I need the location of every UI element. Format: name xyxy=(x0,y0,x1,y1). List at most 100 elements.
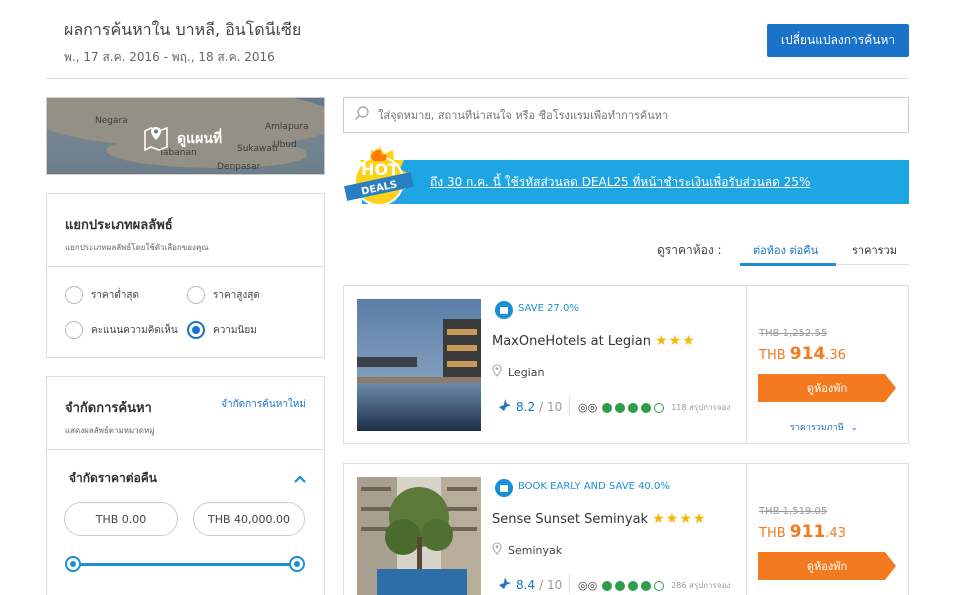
rating-dot-icon xyxy=(654,402,665,413)
location-label: Legian xyxy=(508,365,545,379)
price-main: 911 xyxy=(789,522,826,542)
map-preview[interactable]: Negara Amlapura Sukawati Denpasar Tabana… xyxy=(46,97,325,175)
tripadvisor-rating[interactable]: ◎◎ 286 สรุปการจอง xyxy=(578,579,730,592)
original-price: THB 1,252.55 xyxy=(759,328,828,339)
room-price-label: ดูราคาห้อง : xyxy=(657,243,722,257)
score-value: 8.2 xyxy=(516,399,536,414)
panel-divider xyxy=(47,266,324,267)
reset-filters-link[interactable]: จำกัดการค้นหาใหม่ xyxy=(221,397,306,412)
page-title: ผลการค้นหาใน บาหลี, อินโดนีเซีย xyxy=(64,20,302,39)
hotel-location[interactable]: Seminyak xyxy=(492,542,562,558)
hotel-photo[interactable] xyxy=(357,477,481,595)
price-decimal: .36 xyxy=(825,348,846,363)
review-count: 286 สรุปการจอง xyxy=(671,581,731,590)
star-rating: ★★★★ xyxy=(652,511,707,527)
header-divider xyxy=(46,78,909,79)
radio-button-selected[interactable] xyxy=(187,321,205,339)
hotel-name-link[interactable]: Sense Sunset Seminyak ★★★★ xyxy=(492,511,706,527)
sort-type-title: แยกประเภทผลลัพธ์ xyxy=(65,218,173,233)
tripadvisor-owl-icon: ◎◎ xyxy=(578,401,598,414)
sort-option-review-score[interactable]: คะแนนความคิดเห็น xyxy=(65,321,178,339)
change-search-button[interactable]: เปลี่ยนแปลงการค้นหา xyxy=(767,24,909,57)
promo-lock-icon xyxy=(495,479,513,497)
promo-lock-icon xyxy=(495,301,513,319)
active-tab-indicator xyxy=(740,263,836,266)
tab-per-room-night[interactable]: ต่อห้อง ต่อคืน xyxy=(753,241,818,259)
map-icon xyxy=(143,123,169,155)
score-divider xyxy=(569,396,570,416)
price-max-input[interactable]: THB 40,000.00 xyxy=(193,502,305,536)
rating-dot-icon xyxy=(615,402,626,413)
view-rooms-button[interactable]: ดูห้องพัก xyxy=(758,374,896,402)
price-currency: THB xyxy=(759,348,786,363)
sort-type-panel: แยกประเภทผลลัพธ์ แยกประเภทผลลัพธ์โดยใช้ต… xyxy=(46,193,325,358)
radio-button[interactable] xyxy=(65,286,83,304)
total-price-toggle[interactable]: ราคารวมภาษี ⌄ xyxy=(790,420,858,434)
search-icon xyxy=(354,105,370,125)
review-score[interactable]: 8.2 / 10 xyxy=(498,398,562,415)
rating-dot-icon xyxy=(628,580,639,591)
location-label: Seminyak xyxy=(508,543,563,557)
hotel-photo[interactable] xyxy=(357,299,481,431)
option-label: ความนิยม xyxy=(213,324,257,336)
location-pin-icon xyxy=(492,542,502,558)
score-max: / 10 xyxy=(539,577,563,592)
review-score[interactable]: 8.4 / 10 xyxy=(498,576,562,593)
price-slider-min-handle[interactable] xyxy=(65,556,81,572)
price-main: 914 xyxy=(789,344,826,364)
hotel-card[interactable]: BOOK EARLY AND SAVE 40.0% Sense Sunset S… xyxy=(343,463,909,595)
star-rating: ★★★ xyxy=(655,333,696,349)
price-min-input[interactable]: THB 0.00 xyxy=(64,502,178,536)
total-price-label[interactable]: ราคารวมภาษี xyxy=(790,423,844,433)
hotel-location[interactable]: Legian xyxy=(492,364,544,380)
rating-dot-icon xyxy=(602,402,613,413)
sort-type-subtitle: แยกประเภทผลลัพธ์โดยใช้ตัวเลือกของคุณ xyxy=(65,243,209,252)
view-map-button[interactable]: ดูแผนที่ xyxy=(143,123,222,155)
card-divider xyxy=(746,464,747,595)
view-map-label: ดูแผนที่ xyxy=(177,131,223,147)
view-rooms-button[interactable]: ดูห้องพัก xyxy=(758,552,896,580)
hotel-name[interactable]: MaxOneHotels at Legian xyxy=(492,334,651,349)
deal-text[interactable]: ถึง 30 ก.ค. นี้ ใช้รหัสส่วนลด DEAL25 ที่… xyxy=(430,173,810,192)
discounted-price: THB 911.43 xyxy=(759,522,846,542)
review-count: 118 สรุปการจอง xyxy=(671,403,731,412)
sort-option-highest-price[interactable]: ราคาสูงสุด xyxy=(187,286,260,304)
chevron-down-icon[interactable]: ⌄ xyxy=(851,423,859,433)
limit-search-subtitle: แสดงผลลัพธ์ตามหมวดหมู่ xyxy=(65,426,155,435)
rating-dot-icon xyxy=(641,402,652,413)
price-slider-track xyxy=(73,563,297,566)
panel-divider xyxy=(47,449,324,450)
rating-dot-icon xyxy=(641,580,652,591)
original-price: THB 1,519.05 xyxy=(759,506,828,517)
limit-search-title: จำกัดการค้นหา xyxy=(65,401,152,416)
hot-deals-badge: HOT DEALS xyxy=(343,143,415,215)
collapse-chevron-icon[interactable] xyxy=(293,469,307,488)
sort-option-popularity[interactable]: ความนิยม xyxy=(187,321,257,339)
sort-option-lowest-price[interactable]: ราคาต่ำสุด xyxy=(65,286,139,304)
tripadvisor-owl-icon: ◎◎ xyxy=(578,579,598,592)
tripadvisor-rating[interactable]: ◎◎ 118 สรุปการจอง xyxy=(578,401,730,414)
rating-dot-icon xyxy=(654,580,665,591)
destination-search[interactable] xyxy=(343,97,909,133)
hotel-name[interactable]: Sense Sunset Seminyak xyxy=(492,512,648,527)
rating-dot-icon xyxy=(615,580,626,591)
search-input[interactable] xyxy=(378,108,898,122)
price-slider-max-handle[interactable] xyxy=(289,556,305,572)
option-label: ราคาต่ำสุด xyxy=(91,289,139,301)
score-value: 8.4 xyxy=(516,577,536,592)
radio-button[interactable] xyxy=(65,321,83,339)
hotel-card[interactable]: SAVE 27.0% MaxOneHotels at Legian ★★★ Le… xyxy=(343,285,909,444)
promo-text: BOOK EARLY AND SAVE 40.0% xyxy=(518,481,670,492)
promo-text: SAVE 27.0% xyxy=(518,303,579,314)
bird-icon xyxy=(498,576,512,593)
location-pin-icon xyxy=(492,364,502,380)
discounted-price: THB 914.36 xyxy=(759,344,846,364)
hotel-name-link[interactable]: MaxOneHotels at Legian ★★★ xyxy=(492,333,696,349)
price-filter-title: จำกัดราคาต่อคืน xyxy=(69,471,158,485)
search-dates: พ., 17 ส.ค. 2016 - พฤ., 18 ส.ค. 2016 xyxy=(64,50,275,64)
tab-total-price[interactable]: ราคารวม xyxy=(852,241,897,259)
price-currency: THB xyxy=(759,526,786,541)
card-divider xyxy=(746,286,747,443)
deal-banner-link[interactable]: ถึง 30 ก.ค. นี้ ใช้รหัสส่วนลด DEAL25 ที่… xyxy=(362,160,909,204)
radio-button[interactable] xyxy=(187,286,205,304)
